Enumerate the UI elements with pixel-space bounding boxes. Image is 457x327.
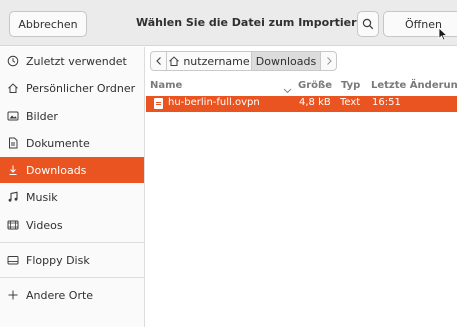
cancel-button[interactable]: Abbrechen [9,11,87,37]
sidebar-item-music[interactable]: Musik [0,184,144,210]
file-row[interactable]: hu-berlin-full.ovpn 4,8 kB Text 16:51 [146,96,457,112]
places-sidebar: Zuletzt verwendet Persönlicher Ordner Bi… [0,47,145,327]
file-modified: 16:51 [372,97,401,108]
home-icon [169,56,180,66]
sidebar-item-label: Musik [26,190,58,204]
file-icon [154,98,163,109]
home-icon [6,81,20,95]
path-bar: nutzername Downloads [150,51,337,71]
file-type: Text [340,97,361,108]
image-icon [6,109,20,123]
sidebar-item-label: Downloads [26,163,87,177]
sidebar-item-documents[interactable]: Dokumente [0,130,144,156]
dialog-title: Wählen Sie die Datei zum Importieren [136,16,372,29]
path-home-label: nutzername [183,54,250,68]
plus-icon [6,288,20,302]
sidebar-separator [0,242,144,243]
sidebar-item-label: Bilder [26,109,58,123]
video-icon [6,218,20,232]
path-forward-button[interactable] [320,51,337,71]
sidebar-item-other-locations[interactable]: Andere Orte [0,282,144,308]
music-icon [6,190,20,204]
chevron-right-icon [326,57,332,65]
mouse-cursor-icon [438,27,448,41]
sidebar-item-recent[interactable]: Zuletzt verwendet [0,48,144,74]
search-button[interactable] [357,11,379,37]
path-current-button[interactable]: Downloads [251,51,321,71]
file-name: hu-berlin-full.ovpn [168,97,260,108]
sidebar-item-label: Persönlicher Ordner [26,81,136,95]
file-size: 4,8 kB [299,97,331,108]
document-icon [6,136,20,150]
column-header-name[interactable]: Name [150,80,182,94]
drive-icon [6,253,20,267]
sidebar-separator [0,277,144,278]
header-bar: Abbrechen Wählen Sie die Datei zum Impor… [0,0,457,46]
sidebar-item-label: Andere Orte [26,288,94,302]
search-icon [362,18,374,30]
sidebar-item-label: Floppy Disk [26,253,90,267]
column-header-size[interactable]: Größe [298,80,332,94]
sidebar-item-downloads[interactable]: Downloads [0,157,144,183]
sidebar-item-label: Zuletzt verwendet [26,54,127,68]
chevron-left-icon [155,57,161,65]
column-header-modified[interactable]: Letzte Änderung [371,80,457,94]
sidebar-item-floppy-disk[interactable]: Floppy Disk [0,247,144,273]
sidebar-item-videos[interactable]: Videos [0,212,144,238]
column-header-type[interactable]: Typ [341,80,360,94]
sidebar-item-home[interactable]: Persönlicher Ordner [0,75,144,101]
clock-icon [6,54,20,68]
sidebar-item-label: Dokumente [26,136,90,150]
path-back-button[interactable] [150,51,167,71]
download-icon [6,163,20,177]
path-home-button[interactable]: nutzername [166,51,252,71]
sidebar-item-pictures[interactable]: Bilder [0,103,144,129]
sidebar-item-label: Videos [26,218,63,232]
